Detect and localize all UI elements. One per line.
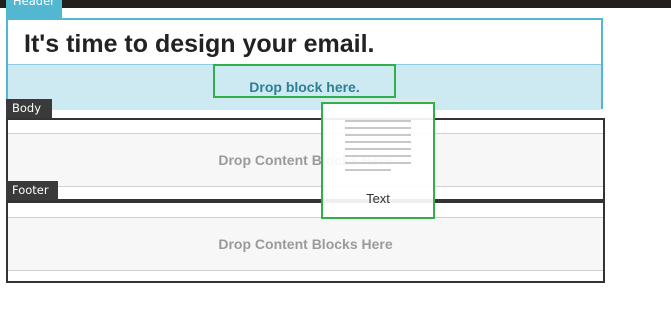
footer-section-tag: Footer (6, 181, 58, 200)
text-block-icon (345, 120, 411, 176)
footer-drop-zone[interactable]: Drop Content Blocks Here (8, 217, 603, 271)
body-section[interactable]: Drop Content Blocks Here (6, 118, 605, 202)
text-block-label: Text (366, 191, 390, 206)
top-bar (0, 0, 671, 8)
email-heading[interactable]: It's time to design your email. (24, 30, 374, 59)
body-section-tag: Body (6, 99, 52, 118)
header-section-tag: Header (6, 0, 62, 18)
drop-placeholder-label: Drop block here. (249, 79, 360, 95)
drop-block-placeholder[interactable]: Drop block here. (213, 64, 396, 98)
body-drop-zone[interactable]: Drop Content Blocks Here (8, 133, 603, 187)
footer-section[interactable]: Drop Content Blocks Here (6, 199, 605, 283)
dragging-text-block[interactable]: Text (321, 102, 435, 219)
